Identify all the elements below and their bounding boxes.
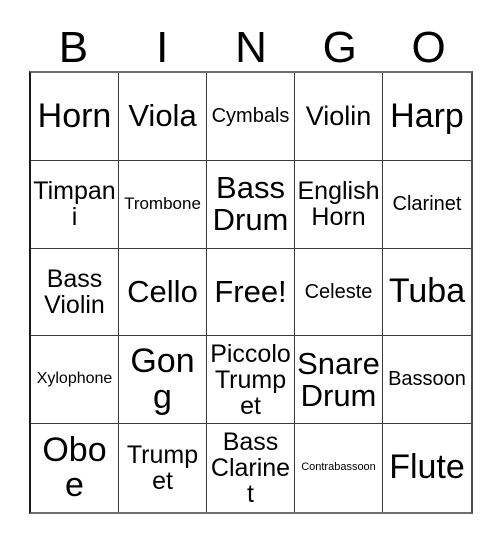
bingo-cell-label: Bassoon bbox=[388, 368, 466, 391]
bingo-cell[interactable]: Trombone bbox=[119, 160, 207, 249]
bingo-cell[interactable]: Piccolo Trumpet bbox=[207, 336, 295, 425]
bingo-card: B I N G O Horn Viola Cymbals Violin Harp Timp… bbox=[0, 0, 500, 544]
bingo-grid: Horn Viola Cymbals Violin Harp Timpani Trombon… bbox=[29, 71, 473, 514]
bingo-cell-label: Snare Drum bbox=[297, 345, 380, 413]
bingo-cell-label: Bass Drum bbox=[212, 169, 289, 238]
bingo-cell-label: Oboe bbox=[42, 430, 107, 505]
bingo-cell[interactable]: Snare Drum bbox=[295, 336, 383, 425]
bingo-header-row: B I N G O bbox=[29, 18, 473, 72]
bingo-cell-label: Free! bbox=[214, 273, 287, 309]
bingo-cell-label: Celeste bbox=[304, 280, 373, 303]
bingo-cell-label: Trombone bbox=[124, 194, 201, 214]
bingo-header-letter-b: B bbox=[58, 23, 89, 72]
bingo-cell[interactable]: Harp bbox=[383, 73, 471, 161]
bingo-cell[interactable]: Viola bbox=[119, 73, 207, 161]
bingo-cell-label: Bass Violin bbox=[44, 264, 105, 319]
bingo-cell[interactable]: Cello bbox=[119, 248, 207, 337]
bingo-cell[interactable]: Bass Drum bbox=[207, 160, 295, 249]
bingo-cell-label: Violin bbox=[305, 101, 372, 132]
bingo-cell[interactable]: Celeste bbox=[295, 248, 383, 337]
bingo-cell[interactable]: Bass Clarinet bbox=[207, 424, 295, 512]
bingo-free-space-cell[interactable]: Free! bbox=[207, 248, 295, 337]
bingo-cell[interactable]: Bassoon bbox=[383, 336, 471, 425]
bingo-cell-label: Harp bbox=[390, 96, 464, 135]
bingo-cell[interactable]: Xylophone bbox=[31, 336, 119, 425]
bingo-cell-label: Tuba bbox=[388, 272, 466, 311]
bingo-cell-label: Bass Clarinet bbox=[210, 428, 291, 509]
bingo-cell[interactable]: Trumpet bbox=[119, 424, 207, 512]
bingo-cell[interactable]: Violin bbox=[295, 73, 383, 161]
bingo-cell-label: Viola bbox=[128, 98, 197, 134]
bingo-cell[interactable]: Contrabassoon bbox=[295, 424, 383, 512]
bingo-cell-label: Xylophone bbox=[36, 370, 113, 388]
bingo-cell-label: Timpani bbox=[33, 177, 116, 232]
bingo-cell-label: Cello bbox=[127, 273, 198, 309]
bingo-cell[interactable]: Tuba bbox=[383, 248, 471, 337]
bingo-cell[interactable]: Gong bbox=[119, 336, 207, 425]
bingo-header-letter-i: I bbox=[156, 23, 169, 72]
bingo-header-letter-o: O bbox=[411, 23, 446, 72]
bingo-cell-label: Cymbals bbox=[211, 105, 290, 127]
bingo-cell[interactable]: Bass Violin bbox=[31, 248, 119, 337]
bingo-cell[interactable]: Horn bbox=[31, 73, 119, 161]
bingo-cell[interactable]: Flute bbox=[383, 424, 471, 512]
bingo-cell[interactable]: Clarinet bbox=[383, 160, 471, 249]
bingo-cell[interactable]: Oboe bbox=[31, 424, 119, 512]
bingo-cell-label: Clarinet bbox=[392, 192, 462, 215]
bingo-cell-label: Trumpet bbox=[126, 441, 199, 496]
bingo-cell-label: Horn bbox=[37, 96, 112, 135]
bingo-cell[interactable]: Cymbals bbox=[207, 73, 295, 161]
bingo-cell-label: Contrabassoon bbox=[301, 461, 376, 474]
bingo-cell-label: English Horn bbox=[297, 177, 380, 232]
bingo-cell[interactable]: English Horn bbox=[295, 160, 383, 249]
bingo-cell-label: Gong bbox=[130, 342, 195, 416]
bingo-header-letter-n: N bbox=[235, 23, 267, 72]
bingo-cell-label: Piccolo Trumpet bbox=[210, 339, 291, 420]
bingo-cell-label: Flute bbox=[389, 448, 465, 487]
bingo-cell[interactable]: Timpani bbox=[31, 160, 119, 249]
bingo-header-letter-g: G bbox=[322, 23, 357, 72]
